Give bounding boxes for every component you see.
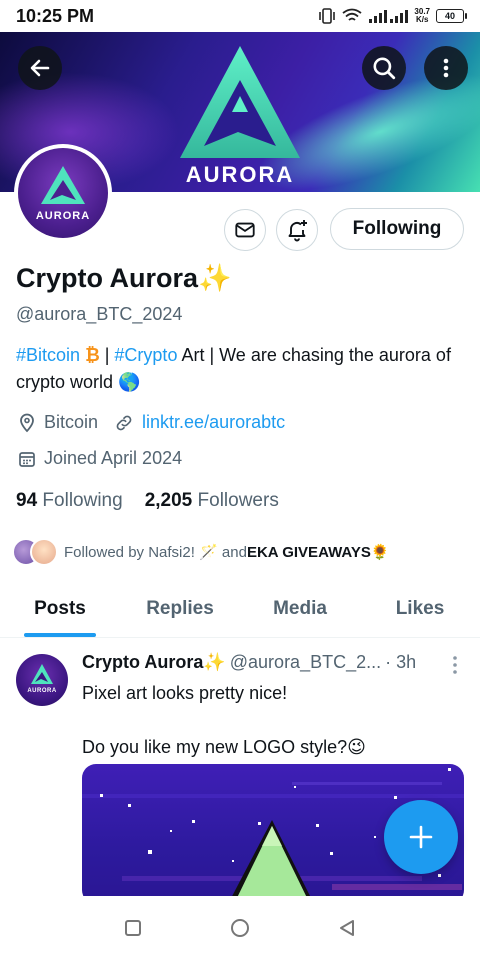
network-speed-unit: K/s xyxy=(415,15,429,24)
battery-icon: 40 xyxy=(436,9,467,23)
vibrate-icon xyxy=(319,8,336,24)
battery-level: 40 xyxy=(444,11,455,21)
bio-separator: | xyxy=(99,345,115,365)
followed-by-text: Followed by Nafsi2! 🪄 and xyxy=(64,544,247,561)
following-label: Following xyxy=(42,490,123,511)
search-button[interactable] xyxy=(362,46,406,90)
more-vertical-icon xyxy=(443,58,449,78)
profile-joined: Joined April 2024 xyxy=(44,448,183,468)
hashtag-crypto[interactable]: #Crypto xyxy=(114,345,177,365)
calendar-icon xyxy=(19,451,35,467)
message-button[interactable] xyxy=(224,209,266,251)
status-time: 10:25 PM xyxy=(16,5,95,26)
profile-joined-row: Joined April 2024 xyxy=(18,448,182,469)
following-count-link[interactable]: 94 Following xyxy=(16,490,123,512)
followers-count: 2,205 xyxy=(144,490,193,511)
system-nav-bar xyxy=(0,896,480,960)
bio-rest: Art | We are chasing the aurora of crypt… xyxy=(16,345,451,392)
following-count: 94 xyxy=(16,490,38,511)
post-time: · 3h xyxy=(385,652,417,672)
back-button[interactable] xyxy=(18,46,62,90)
follower-avatar xyxy=(30,538,58,566)
link-icon xyxy=(116,415,132,430)
aurora-logo-icon xyxy=(180,46,300,158)
tab-media[interactable]: Media xyxy=(240,584,360,637)
post-avatar[interactable]: AURORA xyxy=(16,654,68,706)
followed-by-row[interactable]: Followed by Nafsi2! 🪄 and EKA GIVEAWAYS🌻 xyxy=(12,536,390,568)
post-more-icon[interactable] xyxy=(448,654,462,676)
profile-name: Crypto Aurora✨ xyxy=(16,263,232,293)
bell-plus-icon xyxy=(288,220,307,242)
back-nav-icon[interactable] xyxy=(337,918,357,938)
post-text-line: Pixel art looks pretty nice! xyxy=(82,683,288,703)
tab-likes[interactable]: Likes xyxy=(360,584,480,637)
network-speed: 30.7 K/s xyxy=(414,8,430,24)
notifications-button[interactable] xyxy=(276,209,318,251)
post-header: Crypto Aurora✨ @aurora_BTC_2... · 3h xyxy=(82,652,442,673)
avatar-logo-icon xyxy=(41,166,85,204)
avatar-logo-icon xyxy=(31,664,53,684)
tab-replies[interactable]: Replies xyxy=(120,584,240,637)
post-text: Pixel art looks pretty nice! Do you like… xyxy=(82,680,462,761)
location-pin-icon xyxy=(20,413,34,432)
profile-meta-row: Bitcoin linktr.ee/aurorabtc xyxy=(18,412,285,433)
followed-by-bold: EKA GIVEAWAYS🌻 xyxy=(246,544,390,561)
status-icons: 30.7 K/s 40 xyxy=(318,8,467,24)
home-icon[interactable] xyxy=(229,917,251,939)
bitcoin-icon: ₿ xyxy=(85,345,100,365)
plus-icon xyxy=(409,825,433,849)
profile-location: Bitcoin xyxy=(44,412,99,432)
wifi-icon xyxy=(342,8,362,21)
compose-button[interactable] xyxy=(384,800,458,874)
post-avatar-wordmark: AURORA xyxy=(27,688,57,694)
recents-icon[interactable] xyxy=(123,918,143,938)
follow-counts: 94 Following 2,205 Followers xyxy=(16,490,279,512)
hashtag-bitcoin[interactable]: #Bitcoin xyxy=(16,345,80,365)
followers-label: Followers xyxy=(197,490,279,511)
profile-tabs: Posts Replies Media Likes xyxy=(0,584,480,638)
following-button[interactable]: Following xyxy=(330,208,464,250)
profile-avatar[interactable]: AURORA xyxy=(14,144,112,242)
more-options-button[interactable] xyxy=(424,46,468,90)
avatar-wordmark: AURORA xyxy=(35,210,91,222)
tab-posts[interactable]: Posts xyxy=(0,584,120,637)
followers-count-link[interactable]: 2,205 Followers xyxy=(145,490,279,512)
mail-icon xyxy=(235,222,255,238)
profile-website-link[interactable]: linktr.ee/aurorabtc xyxy=(142,412,285,433)
post-author-name[interactable]: Crypto Aurora✨ xyxy=(82,652,226,673)
profile-handle: @aurora_BTC_2024 xyxy=(16,304,183,324)
signal-icon xyxy=(369,10,409,23)
profile-bio: #Bitcoin ₿ | #Crypto Art | We are chasin… xyxy=(16,342,466,396)
post-text-line: Do you like my new LOGO style?😉 xyxy=(82,737,366,757)
arrow-left-icon xyxy=(30,59,50,77)
post-author-handle: @aurora_BTC_2... xyxy=(229,652,382,672)
search-icon xyxy=(373,57,396,80)
status-bar: 10:25 PM 30.7 K/s 40 xyxy=(0,0,480,32)
